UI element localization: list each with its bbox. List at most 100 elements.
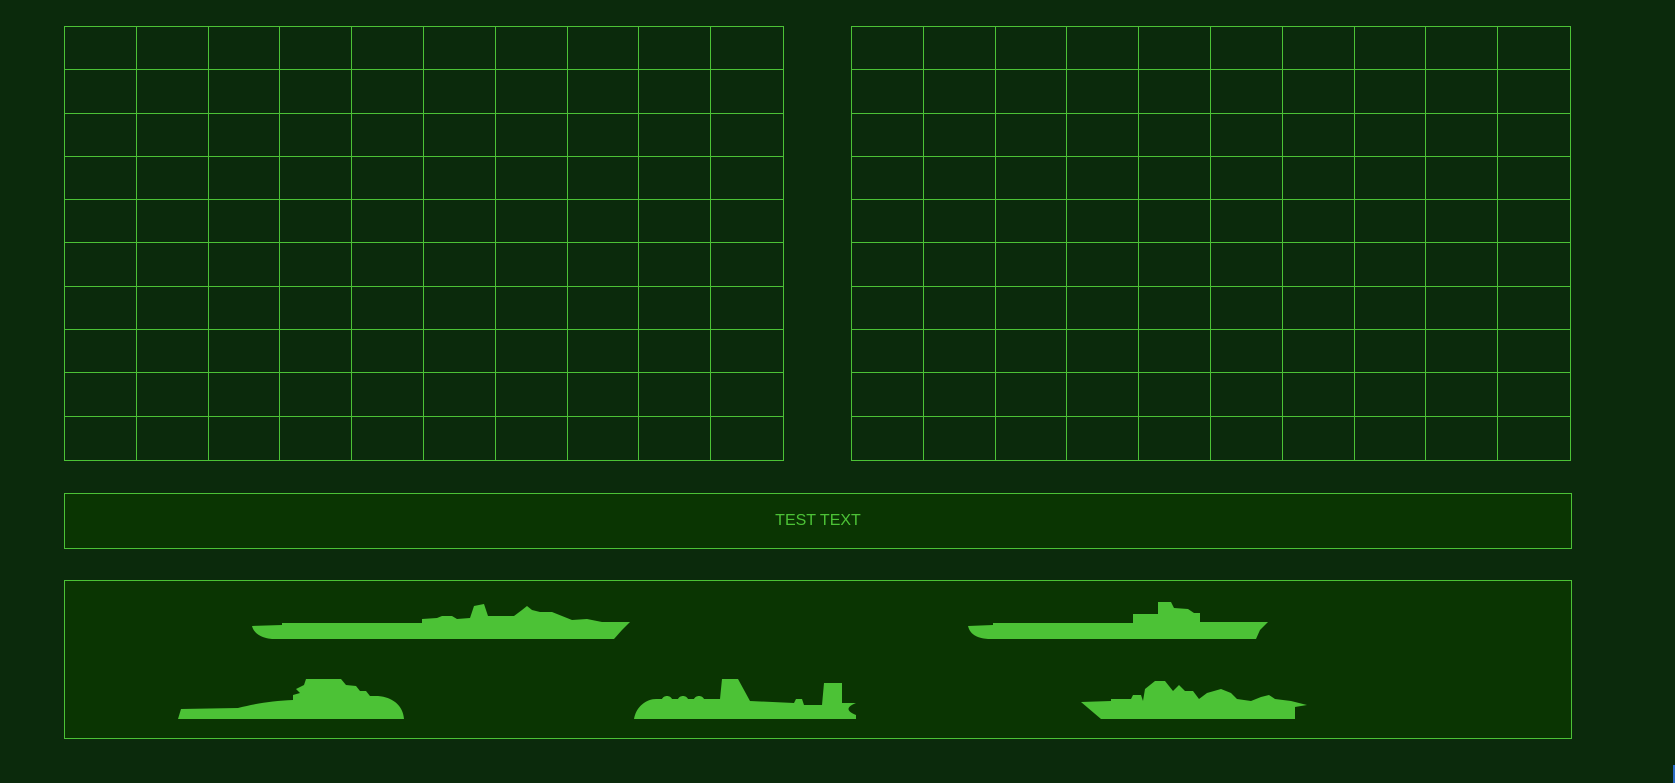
grid-cell[interactable] <box>352 286 424 331</box>
grid-cell[interactable] <box>852 200 924 244</box>
grid-cell[interactable] <box>65 27 137 71</box>
grid-cell[interactable] <box>136 113 209 157</box>
grid-cell[interactable] <box>424 416 496 460</box>
grid-cell[interactable] <box>1211 156 1283 201</box>
grid-cell[interactable] <box>1211 373 1283 417</box>
grid-cell[interactable] <box>208 70 281 114</box>
grid-cell[interactable] <box>424 113 496 157</box>
grid-cell[interactable] <box>996 416 1068 460</box>
grid-cell[interactable] <box>1354 243 1427 287</box>
grid-cell[interactable] <box>711 200 783 244</box>
grid-cell[interactable] <box>136 156 209 201</box>
grid-cell[interactable] <box>137 416 209 460</box>
grid-cell[interactable] <box>995 113 1068 157</box>
grid-cell[interactable] <box>1211 330 1283 374</box>
grid-cell[interactable] <box>1498 373 1570 417</box>
grid-cell[interactable] <box>852 330 924 374</box>
grid-cell[interactable] <box>1211 113 1283 157</box>
grid-cell[interactable] <box>1426 113 1499 157</box>
grid-cell[interactable] <box>567 156 640 201</box>
grid-cell[interactable] <box>1211 243 1283 287</box>
ship-submarine[interactable] <box>178 679 404 719</box>
grid-cell[interactable] <box>711 27 783 71</box>
grid-cell[interactable] <box>136 286 209 331</box>
grid-cell[interactable] <box>495 200 568 244</box>
grid-cell[interactable] <box>1067 27 1140 71</box>
grid-cell[interactable] <box>852 286 924 331</box>
grid-cell[interactable] <box>280 156 353 201</box>
grid-cell[interactable] <box>1067 70 1140 114</box>
grid-cell[interactable] <box>567 27 640 71</box>
grid-cell[interactable] <box>567 330 640 374</box>
grid-cell[interactable] <box>1354 70 1427 114</box>
grid-cell[interactable] <box>424 286 496 331</box>
grid-cell[interactable] <box>567 200 640 244</box>
ship-submarine-2[interactable] <box>634 679 856 719</box>
grid-cell[interactable] <box>424 330 496 374</box>
grid-cell[interactable] <box>208 113 281 157</box>
grid-cell[interactable] <box>639 286 712 331</box>
grid-cell[interactable] <box>1498 157 1570 201</box>
grid-cell[interactable] <box>65 113 137 157</box>
grid-cell[interactable] <box>995 200 1068 244</box>
grid-cell[interactable] <box>995 156 1068 201</box>
grid-cell[interactable] <box>923 286 996 331</box>
grid-cell[interactable] <box>495 27 568 71</box>
grid-cell[interactable] <box>1498 114 1570 157</box>
grid-cell[interactable] <box>208 200 281 244</box>
grid-cell[interactable] <box>1282 27 1355 71</box>
grid-cell[interactable] <box>352 416 424 460</box>
grid-cell[interactable] <box>711 243 783 287</box>
grid-cell[interactable] <box>1211 286 1283 331</box>
grid-cell[interactable] <box>136 200 209 244</box>
grid-cell[interactable] <box>1498 200 1570 244</box>
grid-cell[interactable] <box>1354 27 1427 71</box>
ship-destroyer[interactable] <box>1081 679 1307 719</box>
grid-cell[interactable] <box>424 373 496 417</box>
grid-cell[interactable] <box>924 416 996 460</box>
grid-cell[interactable] <box>1354 286 1427 331</box>
grid-cell[interactable] <box>995 373 1068 417</box>
grid-cell[interactable] <box>1067 286 1140 331</box>
grid-cell[interactable] <box>567 373 640 417</box>
grid-cell[interactable] <box>280 70 353 114</box>
grid-cell[interactable] <box>352 200 424 244</box>
grid-cell[interactable] <box>280 416 353 460</box>
grid-cell[interactable] <box>1283 416 1355 460</box>
grid-cell[interactable] <box>208 286 281 331</box>
grid-cell[interactable] <box>567 286 640 331</box>
grid-cell[interactable] <box>280 243 353 287</box>
grid-cell[interactable] <box>995 27 1068 71</box>
grid-cell[interactable] <box>136 330 209 374</box>
grid-cell[interactable] <box>1211 27 1283 71</box>
grid-cell[interactable] <box>995 243 1068 287</box>
grid-cell[interactable] <box>209 416 281 460</box>
grid-cell[interactable] <box>65 200 137 244</box>
ship-battleship[interactable] <box>968 600 1268 640</box>
grid-cell[interactable] <box>639 156 712 201</box>
grid-cell[interactable] <box>1498 70 1570 114</box>
grid-cell[interactable] <box>1067 200 1140 244</box>
grid-cell[interactable] <box>424 70 496 114</box>
grid-cell[interactable] <box>852 243 924 287</box>
grid-cell[interactable] <box>711 417 783 460</box>
grid-cell[interactable] <box>639 416 712 460</box>
grid-cell[interactable] <box>711 287 783 331</box>
grid-cell[interactable] <box>1139 70 1211 114</box>
grid-cell[interactable] <box>495 156 568 201</box>
grid-cell[interactable] <box>567 70 640 114</box>
grid-cell[interactable] <box>65 70 137 114</box>
grid-cell[interactable] <box>1139 27 1211 71</box>
grid-cell[interactable] <box>1426 27 1499 71</box>
grid-cell[interactable] <box>1426 330 1499 374</box>
grid-cell[interactable] <box>852 373 924 417</box>
grid-cell[interactable] <box>208 243 281 287</box>
grid-cell[interactable] <box>65 243 137 287</box>
grid-cell[interactable] <box>495 286 568 331</box>
grid-cell[interactable] <box>1067 373 1140 417</box>
grid-cell[interactable] <box>495 113 568 157</box>
grid-cell[interactable] <box>639 330 712 374</box>
grid-cell[interactable] <box>280 200 353 244</box>
grid-cell[interactable] <box>639 27 712 71</box>
grid-cell[interactable] <box>1426 70 1499 114</box>
